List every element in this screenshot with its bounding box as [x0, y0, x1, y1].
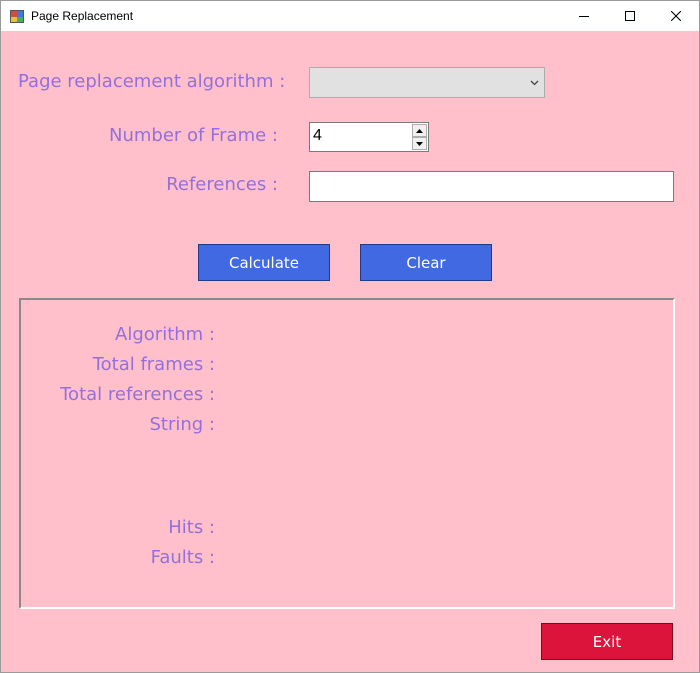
result-string-label: String : [149, 414, 215, 435]
title-bar[interactable]: Page Replacement [1, 1, 699, 31]
app-icon [10, 9, 24, 23]
references-input[interactable] [309, 171, 674, 202]
up-arrow-icon [416, 128, 423, 133]
exit-button[interactable]: Exit [541, 623, 673, 660]
frames-value[interactable]: 4 [313, 127, 322, 145]
clear-button[interactable]: Clear [360, 244, 492, 281]
frames-decrement-button[interactable] [412, 137, 427, 150]
algorithm-label: Page replacement algorithm : [18, 71, 286, 92]
result-faults-label: Faults : [150, 547, 215, 568]
calculate-button[interactable]: Calculate [198, 244, 330, 281]
close-button[interactable] [653, 1, 699, 31]
minimize-icon [579, 16, 589, 17]
window-title: Page Replacement [31, 9, 134, 23]
maximize-button[interactable] [607, 1, 653, 31]
client-area: Page replacement algorithm : Number of F… [1, 31, 699, 672]
close-icon [671, 11, 681, 21]
references-label: References : [166, 174, 278, 195]
result-total-references-label: Total references : [60, 384, 215, 405]
frames-increment-button[interactable] [412, 124, 427, 137]
result-hits-label: Hits : [168, 517, 215, 538]
result-total-frames-label: Total frames : [92, 354, 215, 375]
app-window: Page Replacement Page replacement algori… [0, 0, 700, 673]
result-algorithm-label: Algorithm : [115, 324, 215, 345]
frames-stepper[interactable]: 4 [309, 122, 429, 152]
algorithm-select[interactable] [309, 67, 545, 98]
frames-label: Number of Frame : [109, 125, 278, 146]
chevron-down-icon [530, 80, 539, 86]
minimize-button[interactable] [561, 1, 607, 31]
maximize-icon [625, 11, 635, 21]
down-arrow-icon [416, 141, 423, 146]
